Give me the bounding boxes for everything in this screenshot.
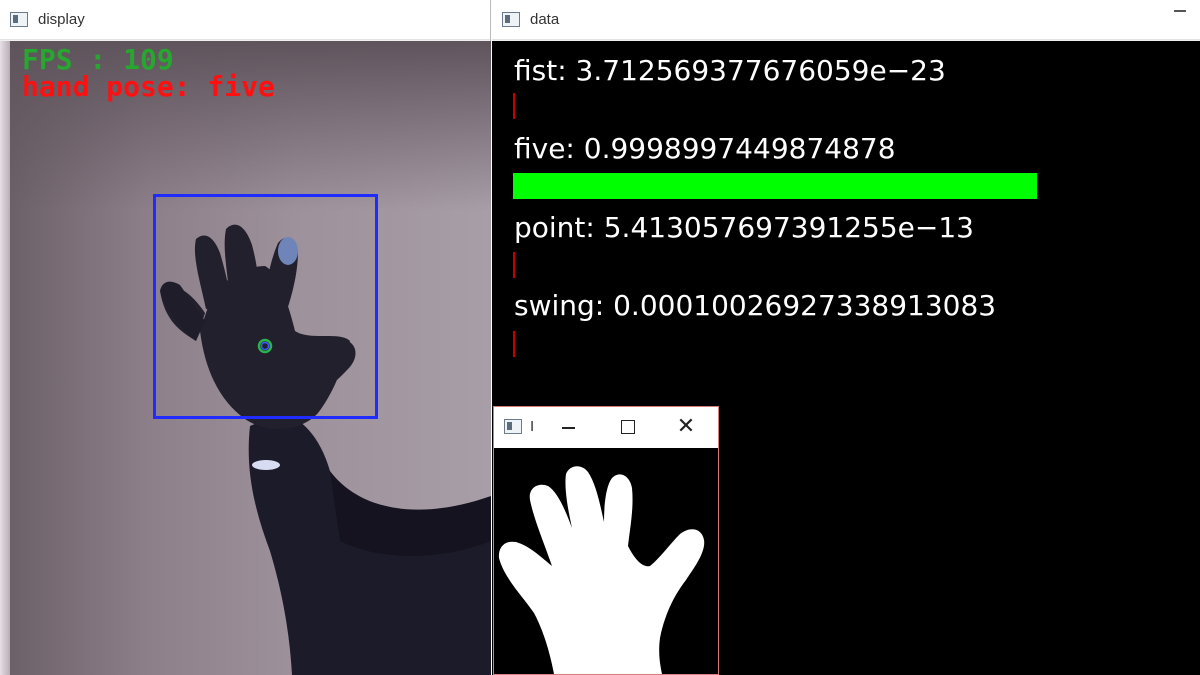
swing-probability-label: swing: 0.00010026927338913083 bbox=[514, 289, 997, 322]
minimize-button[interactable] bbox=[556, 415, 580, 439]
point-probability-label: point: 5.413057697391255e−13 bbox=[514, 211, 974, 244]
app-window-icon bbox=[504, 419, 522, 434]
hand-pose-label: hand pose: five bbox=[22, 70, 275, 103]
point-probability-bar bbox=[513, 252, 515, 278]
fist-probability-label: fist: 3.712569377676059e−23 bbox=[514, 54, 946, 87]
hand-bounding-box bbox=[153, 194, 378, 419]
camera-feed: FPS : 109 hand pose: five bbox=[0, 41, 491, 675]
swing-probability-bar bbox=[513, 331, 515, 357]
app-window-icon bbox=[502, 12, 520, 27]
hand-silhouette-mask bbox=[498, 466, 705, 674]
close-button[interactable]: ✕ bbox=[674, 415, 698, 439]
five-probability-bar bbox=[513, 173, 1037, 199]
app-window-icon bbox=[10, 12, 28, 27]
display-window[interactable]: display FPS : 109 hand pose: five bbox=[0, 0, 491, 675]
hand-mask-view bbox=[494, 448, 718, 674]
hand-mask-window[interactable]: I ✕ bbox=[493, 406, 719, 675]
display-titlebar[interactable]: display bbox=[0, 0, 490, 40]
fist-probability-bar bbox=[513, 93, 515, 119]
maximize-button[interactable] bbox=[615, 415, 639, 439]
mask-titlebar[interactable]: I ✕ bbox=[494, 407, 718, 448]
minimize-icon[interactable] bbox=[1174, 10, 1186, 12]
data-titlebar[interactable]: data bbox=[492, 0, 1200, 40]
five-probability-label: five: 0.9998997449874878 bbox=[514, 132, 896, 165]
data-window-title: data bbox=[530, 11, 560, 28]
display-window-title: display bbox=[38, 11, 85, 28]
mask-window-title: I bbox=[530, 418, 535, 435]
